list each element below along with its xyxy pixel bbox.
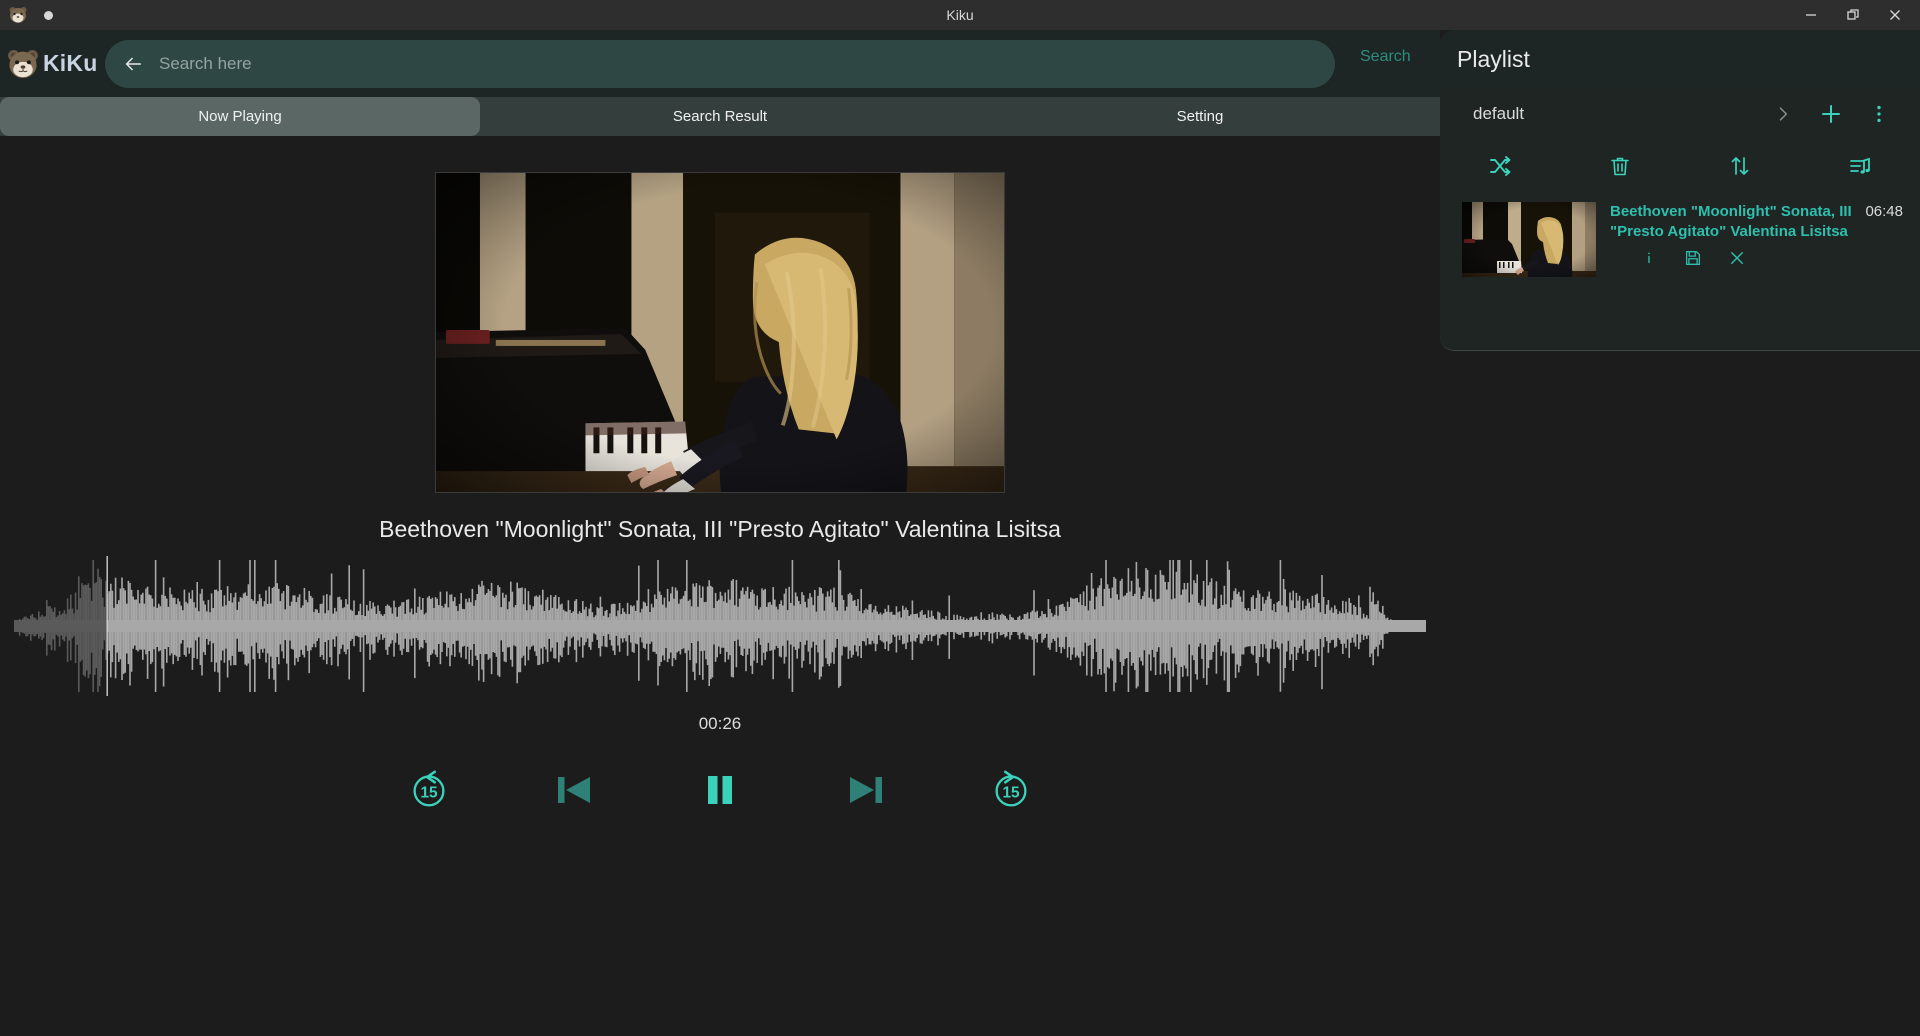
current-time: 00:26 — [698, 714, 742, 733]
playlist-item[interactable]: Beethoven "Moonlight" Sonata, III "Prest… — [1440, 192, 1920, 277]
playlist-music-icon[interactable] — [1800, 154, 1920, 178]
dots-vertical-icon[interactable] — [1855, 90, 1903, 138]
rewind-15-button[interactable]: 15 — [406, 767, 452, 813]
close-button[interactable] — [1878, 0, 1912, 30]
tab-now-playing[interactable]: Now Playing — [0, 97, 480, 136]
forward-15-button[interactable]: 15 — [988, 767, 1034, 813]
shuffle-button[interactable] — [1440, 154, 1560, 178]
otter-logo-icon — [6, 47, 40, 81]
search-button[interactable]: Search — [1360, 48, 1411, 66]
tab-label: Search Result — [672, 108, 768, 125]
waveform[interactable] — [14, 556, 1426, 696]
playlist-name[interactable]: default — [1457, 104, 1759, 124]
window-title: Kiku — [946, 7, 974, 23]
brand: KiKu — [0, 47, 100, 81]
playlist-item-actions — [1610, 241, 1903, 267]
tab-bar: Now Playing Search Result Setting — [0, 97, 1440, 136]
playlist-selector-row: default — [1440, 88, 1920, 140]
previous-track-button[interactable] — [550, 766, 598, 814]
playlist-item-duration: 06:48 — [1865, 203, 1903, 220]
sort-arrows-icon[interactable] — [1680, 154, 1800, 178]
close-icon[interactable] — [1728, 249, 1746, 267]
playlist-body: default Beethoven "Moonlight" Sonata, II… — [1440, 88, 1920, 351]
now-playing-panel: Beethoven "Moonlight" Sonata, III "Prest… — [0, 136, 1440, 1036]
playlist-panel: Playlist default Beethoven "Moonlight" S… — [1440, 30, 1920, 1036]
add-playlist-button[interactable] — [1807, 90, 1855, 138]
tab-setting[interactable]: Setting — [960, 97, 1440, 136]
arrow-left-icon[interactable] — [113, 40, 153, 88]
album-artwork — [435, 172, 1005, 493]
playlist-item-content: Beethoven "Moonlight" Sonata, III "Prest… — [1610, 202, 1903, 277]
title-bar: Kiku — [0, 0, 1920, 30]
play-pause-button[interactable] — [696, 766, 744, 814]
playlist-item-top: Beethoven "Moonlight" Sonata, III "Prest… — [1610, 202, 1903, 241]
trash-icon[interactable] — [1560, 154, 1680, 178]
playlist-item-title[interactable]: Beethoven "Moonlight" Sonata, III "Prest… — [1610, 202, 1855, 241]
tab-label: Now Playing — [198, 108, 282, 125]
playlist-tools — [1440, 140, 1920, 192]
tab-search-result[interactable]: Search Result — [480, 97, 960, 136]
tab-label: Setting — [1176, 108, 1224, 125]
next-track-button[interactable] — [842, 766, 890, 814]
svg-text:15: 15 — [420, 785, 438, 802]
svg-text:15: 15 — [1002, 785, 1020, 802]
maximize-button[interactable] — [1836, 0, 1870, 30]
minimize-button[interactable] — [1794, 0, 1828, 30]
playlist-header: Playlist — [1440, 30, 1920, 88]
floppy-disk-icon[interactable] — [1684, 249, 1702, 267]
search-bar[interactable] — [105, 40, 1335, 88]
track-title: Beethoven "Moonlight" Sonata, III "Prest… — [379, 516, 1061, 542]
chevron-right-icon[interactable] — [1759, 90, 1807, 138]
window-controls — [1794, 0, 1912, 30]
playlist-heading: Playlist — [1457, 45, 1530, 72]
playback-controls: 15 15 — [0, 750, 1440, 830]
playlist-item-thumbnail — [1462, 202, 1596, 277]
search-input[interactable] — [153, 54, 1335, 74]
info-icon[interactable] — [1640, 249, 1658, 267]
brand-name: KiKu — [43, 50, 98, 76]
